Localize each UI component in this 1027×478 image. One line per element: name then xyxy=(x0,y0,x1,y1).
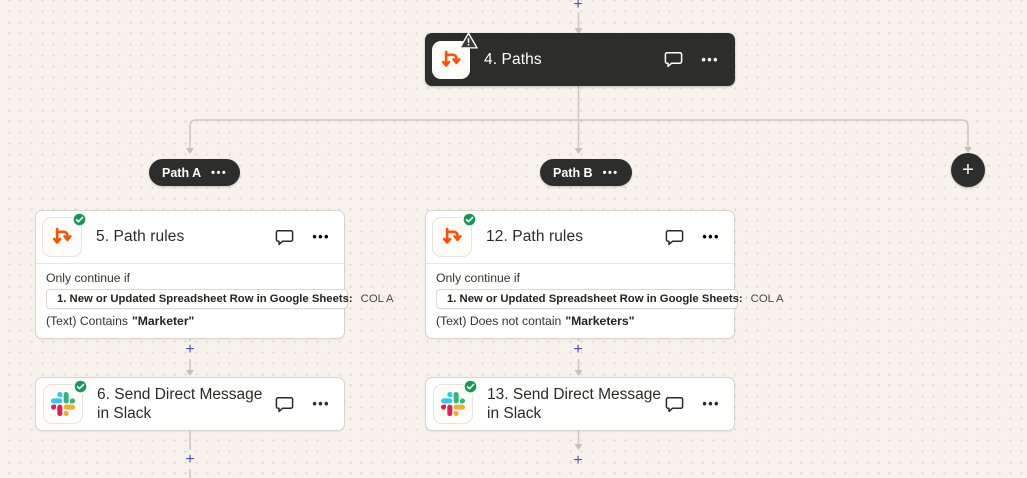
path-label: Path A xyxy=(162,165,202,180)
path-menu-button[interactable]: ••• xyxy=(603,167,619,179)
condition-intro: Only continue if xyxy=(436,271,521,285)
success-check-icon xyxy=(462,212,477,227)
rule-card-path-a[interactable]: 5. Path rules ••• Only continue if 1. Ne… xyxy=(35,210,394,339)
workflow-canvas: + + + + + 4. Paths ••• Path A ••• Path B… xyxy=(0,0,1027,478)
condition-operator: (Text) Does not contain xyxy=(436,314,562,328)
step-menu-button[interactable]: ••• xyxy=(312,230,330,244)
rule-card-path-b[interactable]: 12. Path rules ••• Only continue if 1. N… xyxy=(425,210,784,339)
field-tag-label: 1. New or Updated Spreadsheet Row in Goo… xyxy=(57,293,353,305)
add-step-button[interactable]: + xyxy=(182,452,198,468)
step-menu-button[interactable]: ••• xyxy=(702,230,720,244)
add-step-button[interactable]: + xyxy=(570,0,586,13)
warning-icon xyxy=(458,31,479,49)
slack-app-icon xyxy=(433,379,478,424)
step-title: 12. Path rules xyxy=(486,228,584,245)
add-step-button[interactable]: + xyxy=(570,453,586,469)
paths-app-icon xyxy=(42,212,87,257)
condition-operator: (Text) Contains xyxy=(46,314,128,328)
path-b-pill[interactable]: Path B ••• xyxy=(540,159,632,186)
paths-app-icon xyxy=(432,212,477,257)
mapped-field-tag[interactable]: 1. New or Updated Spreadsheet Row in Goo… xyxy=(46,289,394,309)
step-menu-button[interactable]: ••• xyxy=(312,397,330,411)
action-card-slack-b[interactable]: 13. Send Direct Message in Slack ••• xyxy=(425,377,735,431)
action-card-slack-a[interactable]: 6. Send Direct Message in Slack ••• xyxy=(35,377,345,431)
condition-intro: Only continue if xyxy=(46,271,131,285)
comment-icon[interactable] xyxy=(665,229,684,246)
success-check-icon xyxy=(463,379,478,394)
path-menu-button[interactable]: ••• xyxy=(211,167,227,179)
step-title: 5. Path rules xyxy=(96,228,185,245)
condition-value: "Marketers" xyxy=(565,314,635,328)
step-menu-button[interactable]: ••• xyxy=(702,397,720,411)
success-check-icon xyxy=(72,212,87,227)
mapped-field-tag[interactable]: 1. New or Updated Spreadsheet Row in Goo… xyxy=(436,289,784,309)
slack-app-icon xyxy=(43,379,88,424)
field-tag-value: COL A xyxy=(750,293,784,305)
condition-value: "Marketer" xyxy=(131,314,195,328)
step-title: 6. Send Direct Message in Slack xyxy=(97,385,263,422)
comment-icon[interactable] xyxy=(275,396,294,413)
comment-icon[interactable] xyxy=(275,229,294,246)
add-step-button[interactable]: + xyxy=(570,342,586,358)
field-tag-label: 1. New or Updated Spreadsheet Row in Goo… xyxy=(447,293,743,305)
add-step-button[interactable]: + xyxy=(182,342,198,358)
condition-line: (Text) Does not contain "Marketers" xyxy=(436,314,724,328)
paths-step-node[interactable]: 4. Paths ••• xyxy=(425,31,735,86)
step-menu-button[interactable]: ••• xyxy=(701,53,719,67)
step-title: 4. Paths xyxy=(484,50,542,68)
add-path-button[interactable]: + xyxy=(951,153,985,187)
field-tag-value: COL A xyxy=(360,293,394,305)
path-label: Path B xyxy=(553,165,593,180)
success-check-icon xyxy=(73,379,88,394)
paths-app-icon xyxy=(432,31,479,79)
comment-icon[interactable] xyxy=(665,396,684,413)
path-a-pill[interactable]: Path A ••• xyxy=(149,159,241,186)
condition-line: (Text) Contains "Marketer" xyxy=(46,314,334,328)
comment-icon[interactable] xyxy=(664,51,683,68)
step-title: 13. Send Direct Message in Slack xyxy=(487,385,662,422)
